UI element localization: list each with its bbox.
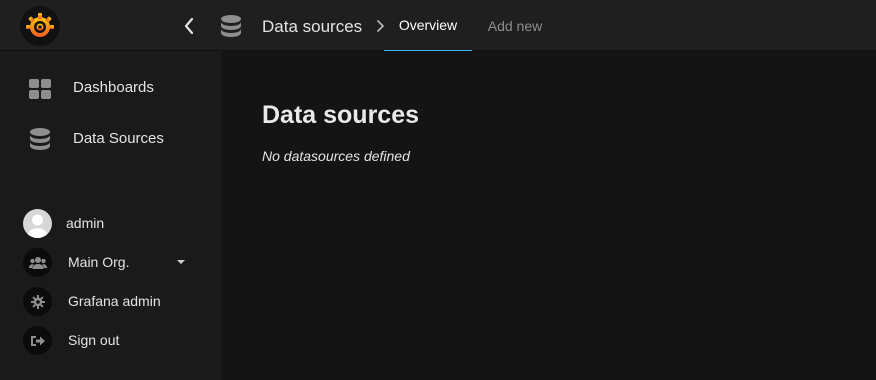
sidebar-item-data-sources[interactable]: Data Sources — [0, 117, 222, 161]
tab-add-new[interactable]: Add new — [478, 0, 552, 51]
avatar — [23, 209, 52, 238]
sign-out-icon — [23, 326, 52, 355]
sign-out-item[interactable]: Sign out — [0, 323, 222, 359]
grafana-logo-icon[interactable] — [20, 6, 60, 46]
org-switcher[interactable]: Main Org. — [0, 245, 222, 281]
page-title: Data sources — [262, 101, 420, 129]
database-icon — [219, 14, 243, 40]
side-menu: Dashboards Data Sources admin Main Org. … — [0, 51, 222, 380]
chevron-left-icon[interactable] — [179, 14, 199, 38]
database-icon — [26, 128, 54, 152]
sign-out-label: Sign out — [68, 332, 120, 348]
sidebar-item-label: Data Sources — [73, 130, 164, 147]
org-name: Main Org. — [68, 254, 130, 270]
grafana-admin-item[interactable]: Grafana admin — [0, 284, 222, 320]
grafana-admin-label: Grafana admin — [68, 293, 161, 309]
breadcrumb-title[interactable]: Data sources — [262, 17, 362, 37]
user-name: admin — [66, 215, 105, 231]
chevron-down-icon[interactable] — [177, 260, 185, 264]
dashboard-grid-icon — [26, 77, 54, 101]
top-navbar: Data sources Overview Add new — [0, 0, 876, 51]
users-icon — [23, 248, 52, 277]
user-item-admin[interactable]: admin — [0, 206, 222, 242]
empty-state-message: No datasources defined — [262, 148, 410, 164]
sidebar-item-dashboards[interactable]: Dashboards — [0, 66, 222, 110]
sidebar-item-label: Dashboards — [73, 79, 154, 96]
tab-overview[interactable]: Overview — [384, 0, 472, 51]
gear-icon — [23, 287, 52, 316]
